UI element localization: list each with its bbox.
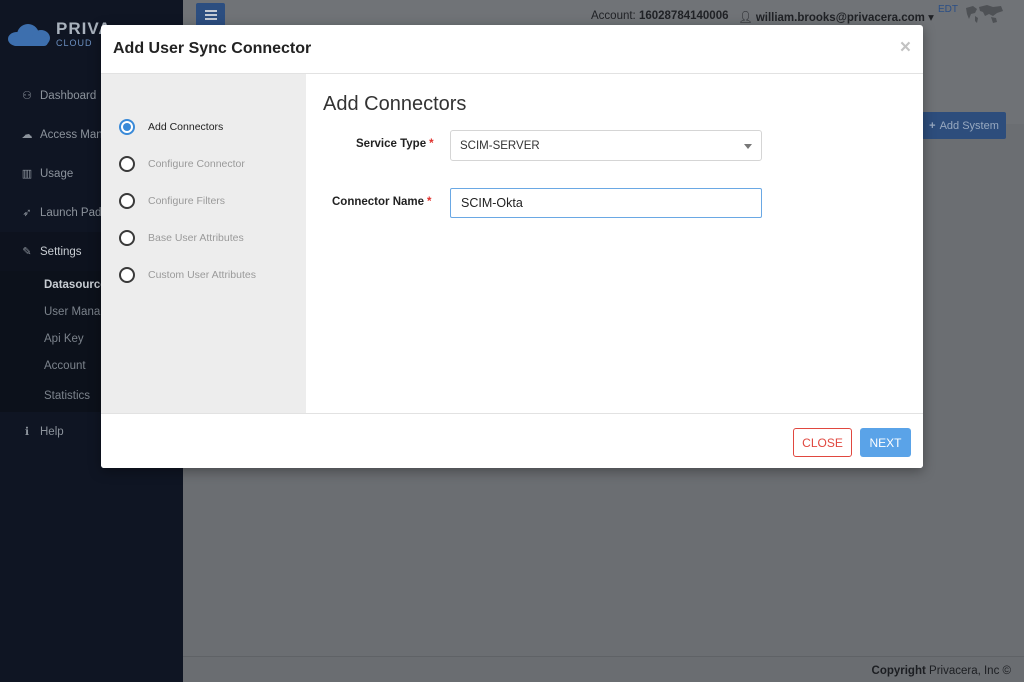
cloud-icon: ☁ — [21, 129, 33, 141]
copyright-bold: Copyright — [871, 665, 926, 677]
modal-title: Add User Sync Connector — [113, 40, 312, 57]
service-type-label-text: Service Type — [356, 138, 427, 150]
wrench-icon: ✎ — [22, 246, 32, 258]
wizard-steps: Add Connectors Configure Connector Confi… — [101, 74, 306, 413]
modal-header: Add User Sync Connector × — [101, 25, 923, 74]
service-type-label: Service Type * — [356, 138, 434, 150]
step-radio-icon — [119, 267, 135, 283]
step-label: Configure Connector — [148, 158, 245, 170]
step-add-connectors[interactable]: Add Connectors — [119, 117, 223, 137]
info-icon: ℹ — [24, 426, 30, 438]
step-label: Configure Filters — [148, 195, 226, 207]
required-mark: * — [429, 138, 434, 150]
copyright-text: Copyright Privacera, Inc © — [872, 665, 1011, 677]
timezone-label: EDT — [938, 4, 958, 15]
service-type-select[interactable]: SCIM-SERVER — [450, 130, 762, 161]
connector-name-label-text: Connector Name — [332, 196, 425, 208]
next-button[interactable]: NEXT — [860, 428, 911, 457]
account-id: 16028784140006 — [638, 10, 729, 22]
world-map-icon[interactable] — [963, 2, 1005, 26]
cloud-logo-icon — [8, 20, 52, 48]
user-menu[interactable]: 👤︎ william.brooks@privacera.com ▾ — [738, 10, 934, 24]
add-user-sync-connector-modal: Add User Sync Connector × Add Connectors… — [101, 25, 923, 468]
dashboard-icon: ⚇ — [22, 90, 32, 102]
step-configure-filters[interactable]: Configure Filters — [119, 191, 225, 211]
step-label: Custom User Attributes — [148, 269, 256, 281]
step-label: Base User Attributes — [148, 232, 244, 244]
step-base-user-attributes[interactable]: Base User Attributes — [119, 228, 244, 248]
content-title: Add Connectors — [323, 93, 467, 115]
modal-content: Add Connectors Service Type * SCIM-SERVER… — [306, 74, 923, 413]
rocket-icon: ➶ — [22, 207, 32, 219]
step-radio-icon — [119, 119, 135, 135]
user-icon: 👤︎ — [738, 12, 753, 24]
step-radio-icon — [119, 230, 135, 246]
sidebar-item-label: Usage — [40, 167, 74, 180]
step-radio-icon — [119, 156, 135, 172]
step-radio-icon — [119, 193, 135, 209]
plus-icon: + — [929, 119, 936, 132]
bar-chart-icon: ▥ — [21, 168, 33, 180]
service-type-value: SCIM-SERVER — [460, 139, 540, 152]
account-label: Account: — [591, 10, 636, 22]
caret-down-icon — [744, 144, 752, 149]
copyright-rest: Privacera, Inc © — [925, 665, 1011, 677]
step-configure-connector[interactable]: Configure Connector — [119, 154, 245, 174]
sidebar-item-label: Help — [40, 425, 64, 438]
close-icon[interactable]: × — [900, 38, 911, 57]
step-label: Add Connectors — [148, 121, 224, 133]
sidebar-item-label: Launch Pad — [40, 206, 102, 219]
modal-footer: CLOSE NEXT — [101, 413, 923, 468]
required-mark: * — [427, 196, 432, 208]
close-button[interactable]: CLOSE — [793, 428, 852, 457]
add-system-button[interactable]: + Add System — [922, 112, 1006, 139]
add-system-label: Add System — [939, 119, 999, 132]
caret-down-icon: ▾ — [928, 12, 934, 24]
menu-toggle-button[interactable] — [196, 3, 225, 27]
sidebar-item-label: Dashboard — [40, 89, 97, 102]
step-custom-user-attributes[interactable]: Custom User Attributes — [119, 265, 256, 285]
logo: PRIVA CLOUD — [8, 20, 112, 48]
sidebar-item-label: Access Mana — [40, 128, 110, 141]
user-email: william.brooks@privacera.com — [755, 12, 925, 24]
sidebar-item-label: Settings — [40, 245, 82, 258]
app-footer: Copyright Privacera, Inc © — [183, 656, 1024, 682]
account-info: Account: 16028784140006 — [591, 10, 729, 22]
connector-name-label: Connector Name * — [332, 196, 432, 208]
connector-name-input[interactable] — [450, 188, 762, 218]
